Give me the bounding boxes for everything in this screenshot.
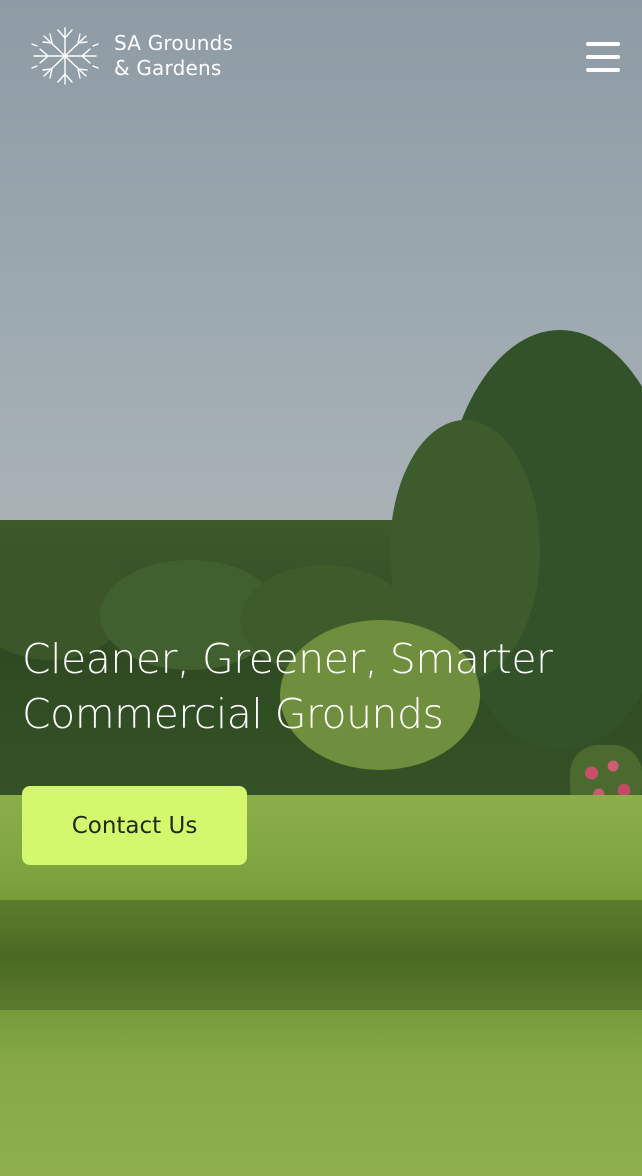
menu-bar bbox=[586, 55, 620, 59]
lawn-shadow bbox=[0, 900, 642, 1010]
hamburger-menu-icon[interactable] bbox=[580, 38, 626, 78]
hero-background-image bbox=[0, 0, 642, 1176]
brand-name: SA Grounds & Gardens bbox=[114, 31, 233, 81]
brand-name-line-2: & Gardens bbox=[114, 56, 222, 80]
brand-name-line-1: SA Grounds bbox=[114, 31, 234, 55]
brand-logo-link[interactable]: SA Grounds & Gardens bbox=[28, 24, 233, 88]
contact-us-button[interactable]: Contact Us bbox=[22, 786, 247, 865]
landing-page: SA Grounds & Gardens Cleaner, Greener, S… bbox=[0, 0, 642, 1176]
hero-headline: Cleaner, Greener, Smarter Commercial Gro… bbox=[22, 632, 622, 742]
menu-bar bbox=[586, 42, 620, 46]
hero-headline-line-2: Commercial Grounds bbox=[22, 690, 444, 738]
site-header: SA Grounds & Gardens bbox=[0, 0, 642, 110]
hero-headline-line-1: Cleaner, Greener, Smarter bbox=[22, 635, 553, 683]
tree-roots-icon bbox=[31, 27, 99, 85]
menu-bar bbox=[586, 68, 620, 72]
